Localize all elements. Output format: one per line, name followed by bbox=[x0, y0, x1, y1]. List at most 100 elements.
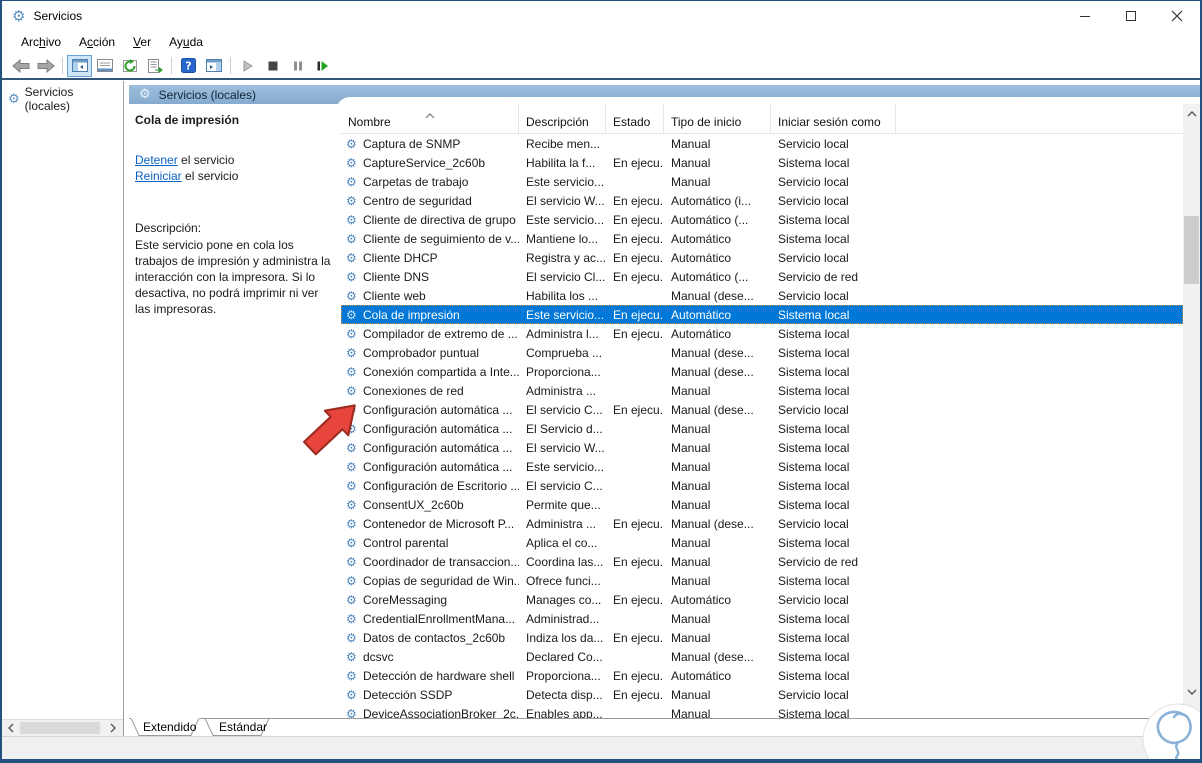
menu-item-ver[interactable]: Ver bbox=[124, 33, 160, 51]
description-label: Descripción: bbox=[135, 221, 202, 235]
service-gear-icon: ⚙ bbox=[346, 668, 357, 683]
list-vertical-scrollbar[interactable] bbox=[1183, 104, 1200, 718]
service-status: En ejecu... bbox=[613, 630, 664, 645]
menu-item-archivo[interactable]: Archivo bbox=[12, 33, 70, 51]
service-row[interactable]: ⚙ Conexión compartida a Inte... Proporcion… bbox=[341, 362, 1183, 381]
minimize-icon bbox=[1080, 16, 1090, 17]
column-header-descripcion[interactable]: Descripción bbox=[519, 104, 606, 134]
service-row[interactable]: ⚙ Detección de hardware shell Proporciona.… bbox=[341, 666, 1183, 685]
service-row[interactable]: ⚙ Conexiones de red Administra ... Manual Si… bbox=[341, 381, 1183, 400]
column-header-nombre[interactable]: Nombre bbox=[341, 104, 519, 134]
service-row-selected[interactable]: ⚙ Cola de impresión Este servicio... En eje… bbox=[341, 305, 1183, 324]
service-row[interactable]: ⚙ CredentialEnrollmentMana... Administrad.… bbox=[341, 609, 1183, 628]
start-service-button[interactable] bbox=[235, 55, 260, 77]
toolbar-separator bbox=[171, 57, 172, 74]
service-row[interactable]: ⚙ Compilador de extremo de ... Administra … bbox=[341, 324, 1183, 343]
service-row[interactable]: ⚙ Cliente de seguimiento de v... Mantiene … bbox=[341, 229, 1183, 248]
service-gear-icon: ⚙ bbox=[346, 535, 357, 550]
column-header-iniciar-sesion[interactable]: Iniciar sesión como bbox=[771, 104, 896, 134]
service-startup-type: Manual bbox=[671, 630, 711, 645]
service-row[interactable]: ⚙Configuración automática ...El servicio… bbox=[341, 438, 1183, 457]
restart-service-link[interactable]: Reiniciar bbox=[135, 169, 182, 183]
console-tree-panel: ⚙ Servicios (locales) bbox=[2, 81, 124, 736]
service-row[interactable]: ⚙Configuración automática ...El servicio… bbox=[341, 400, 1183, 419]
service-startup-type: Manual bbox=[671, 459, 711, 474]
service-name: Cliente web bbox=[363, 288, 426, 303]
service-name: Cola de impresión bbox=[363, 307, 460, 322]
stop-service-button[interactable] bbox=[260, 55, 285, 77]
show-console-tree-button[interactable] bbox=[67, 54, 92, 77]
service-row[interactable]: ⚙ Copias de seguridad de Win... Ofrece fun… bbox=[341, 571, 1183, 590]
service-startup-type: Manual bbox=[671, 421, 711, 436]
service-row[interactable]: ⚙ Detección SSDP Detecta disp... En ejecu..… bbox=[341, 685, 1183, 704]
service-description: Administra ... bbox=[526, 383, 597, 398]
service-row[interactable]: ⚙ Configuración de Escritorio ... El servi… bbox=[341, 476, 1183, 495]
stop-service-link[interactable]: Detener bbox=[135, 153, 178, 167]
service-row[interactable]: ⚙ dcsvc Declared Co... Manual (dese... Siste… bbox=[341, 647, 1183, 666]
toolbar-separator bbox=[230, 57, 231, 74]
service-row[interactable]: ⚙ Coordinador de transaccion... Coordina l… bbox=[341, 552, 1183, 571]
menu-item-accion[interactable]: Acción bbox=[70, 33, 124, 51]
service-row[interactable]: ⚙ Contenedor de Microsoft P... Administra … bbox=[341, 514, 1183, 533]
service-row[interactable]: ⚙ Configuración automática ... Este servic… bbox=[341, 457, 1183, 476]
service-row[interactable]: ⚙ Comprobador puntual Comprueba ... Manual … bbox=[341, 343, 1183, 362]
service-logon-as: Sistema local bbox=[778, 364, 850, 379]
show-action-pane-button[interactable] bbox=[201, 55, 226, 77]
service-description: Ofrece funci... bbox=[526, 573, 601, 588]
tree-horizontal-scrollbar[interactable] bbox=[2, 719, 123, 736]
scroll-right-arrow[interactable] bbox=[104, 720, 121, 736]
properties-button[interactable] bbox=[92, 55, 117, 77]
service-row[interactable]: ⚙ Cliente de directiva de grupo Este servi… bbox=[341, 210, 1183, 229]
maximize-button[interactable] bbox=[1108, 1, 1154, 31]
back-button[interactable] bbox=[8, 55, 33, 77]
forward-button[interactable] bbox=[33, 55, 58, 77]
service-startup-type: Automático bbox=[671, 250, 732, 265]
service-name: Centro de seguridad bbox=[363, 193, 472, 208]
service-logon-as: Servicio de red bbox=[778, 554, 859, 569]
service-row[interactable]: ⚙ DeviceAssociationBroker_2c... Enables ap… bbox=[341, 704, 1183, 719]
service-description: Permite que... bbox=[526, 497, 601, 512]
service-logon-as: Servicio local bbox=[778, 402, 849, 417]
service-row[interactable]: ⚙ CoreMessaging Manages co... En ejecu... Au… bbox=[341, 590, 1183, 609]
service-name: CredentialEnrollmentMana... bbox=[363, 611, 516, 626]
close-button[interactable] bbox=[1154, 1, 1200, 31]
restart-service-button[interactable] bbox=[310, 55, 335, 77]
column-header-tipo-inicio[interactable]: Tipo de inicio bbox=[664, 104, 771, 134]
service-row[interactable]: ⚙ Configuración automática ... El Servicio… bbox=[341, 419, 1183, 438]
service-row[interactable]: ⚙ Centro de seguridad El servicio W... En e… bbox=[341, 191, 1183, 210]
pause-service-button[interactable] bbox=[285, 55, 310, 77]
help-button[interactable]: ? bbox=[176, 55, 201, 77]
tab-extendido[interactable]: Extendido bbox=[143, 720, 196, 734]
export-list-button[interactable] bbox=[142, 55, 167, 77]
service-row[interactable]: ⚙ Cliente DNS El servicio Cl... En ejecu...… bbox=[341, 267, 1183, 286]
tab-estandar[interactable]: Estándar bbox=[219, 720, 267, 734]
service-logon-as: Sistema local bbox=[778, 421, 850, 436]
column-header-estado[interactable]: Estado bbox=[606, 104, 664, 134]
scroll-left-arrow[interactable] bbox=[2, 720, 19, 736]
service-row[interactable]: ⚙ Cliente web Habilita los ... Manual (dese… bbox=[341, 286, 1183, 305]
column-header-label: Iniciar sesión como bbox=[778, 115, 881, 129]
service-row[interactable]: ⚙ Captura de SNMP Recibe men... Manual Servi… bbox=[341, 134, 1183, 153]
service-row[interactable]: ⚙ Carpetas de trabajo Este servicio... Manu… bbox=[341, 172, 1183, 191]
chevron-left-icon bbox=[7, 723, 13, 733]
scroll-thumb[interactable] bbox=[1184, 216, 1199, 284]
service-row[interactable]: ⚙ ConsentUX_2c60b Permite que... Manual Sist… bbox=[341, 495, 1183, 514]
column-header-label: Estado bbox=[613, 115, 651, 129]
service-logon-as: Servicio local bbox=[778, 516, 849, 531]
scroll-thumb[interactable] bbox=[20, 722, 100, 734]
minimize-button[interactable] bbox=[1062, 1, 1108, 31]
view-tab-bar: Extendido Estándar bbox=[129, 718, 1200, 736]
service-status: En ejecu... bbox=[613, 250, 664, 265]
service-logon-as: Servicio local bbox=[778, 592, 849, 607]
service-row[interactable]: ⚙ Datos de contactos_2c60b Indiza los da..… bbox=[341, 628, 1183, 647]
scroll-up-arrow[interactable] bbox=[1183, 105, 1200, 122]
service-row[interactable]: ⚙ CaptureService_2c60b Habilita la f... En … bbox=[341, 153, 1183, 172]
tree-item-servicios-locales[interactable]: ⚙ Servicios (locales) bbox=[2, 81, 123, 116]
service-logon-as: Servicio local bbox=[778, 687, 849, 702]
menu-item-ayuda[interactable]: Ayuda bbox=[160, 33, 212, 51]
service-row[interactable]: ⚙ Control parental Aplica el co... Manual Si… bbox=[341, 533, 1183, 552]
sort-ascending-icon bbox=[424, 108, 436, 122]
refresh-button[interactable] bbox=[117, 55, 142, 77]
service-row[interactable]: ⚙ Cliente DHCP Registra y ac... En ejecu...… bbox=[341, 248, 1183, 267]
scroll-down-arrow[interactable] bbox=[1183, 683, 1200, 700]
